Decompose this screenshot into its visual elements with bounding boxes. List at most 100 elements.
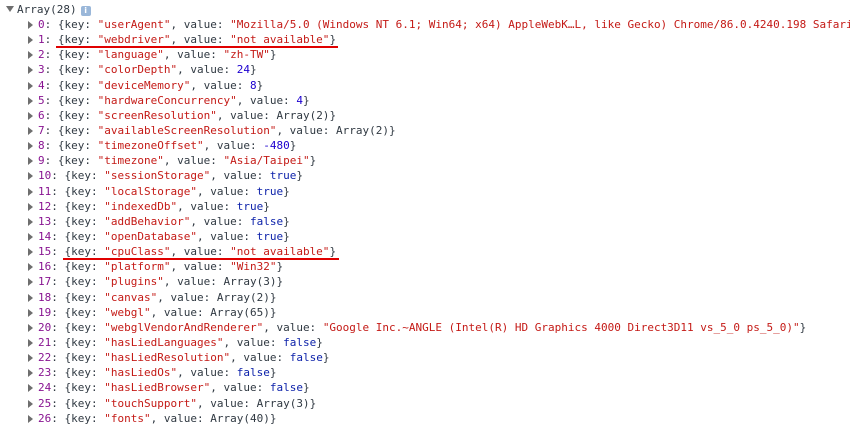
entry-index: 8	[38, 139, 45, 153]
array-entry-row[interactable]: 12: {key: "indexedDb", value: true}	[0, 199, 850, 214]
expand-arrow-icon[interactable]	[28, 293, 33, 302]
expand-arrow-icon[interactable]	[28, 248, 33, 257]
entry-object-preview: {key: "language", value: "zh-TW"}	[57, 48, 277, 62]
expand-arrow-icon[interactable]	[28, 399, 33, 408]
entry-value: "Asia/Taipei"	[223, 154, 310, 168]
entry-value: Array(65)	[210, 305, 270, 319]
expand-toggle-icon[interactable]	[6, 6, 14, 12]
entry-object-preview: {key: "hasLiedResolution", value: false}	[64, 351, 330, 365]
entry-value: false	[249, 214, 284, 228]
array-entry-row[interactable]: 7: {key: "availableScreenResolution", va…	[0, 123, 850, 138]
array-entry-row[interactable]: 5: {key: "hardwareConcurrency", value: 4…	[0, 93, 850, 108]
expand-arrow-icon[interactable]	[28, 308, 33, 317]
expand-arrow-icon[interactable]	[28, 232, 33, 241]
expand-arrow-icon[interactable]	[28, 157, 33, 166]
array-header[interactable]: Array(28) i	[6, 2, 91, 17]
entry-index: 16	[38, 260, 52, 274]
expand-arrow-icon[interactable]	[28, 384, 33, 393]
entry-key: "hasLiedOs"	[104, 366, 178, 380]
entry-key: "language"	[97, 48, 164, 62]
expand-arrow-icon[interactable]	[28, 142, 33, 151]
expand-arrow-icon[interactable]	[28, 414, 33, 423]
entry-index: 22	[38, 351, 52, 365]
array-entry-row[interactable]: 25: {key: "touchSupport", value: Array(3…	[0, 396, 850, 411]
entry-object-preview: {key: "deviceMemory", value: 8}	[57, 78, 264, 92]
expand-arrow-icon[interactable]	[28, 81, 33, 90]
entry-value: 4	[296, 93, 303, 107]
entry-object-preview: {key: "screenResolution", value: Array(2…	[57, 108, 337, 122]
array-label: Array(28)	[17, 3, 77, 16]
entry-value: "Mozilla/5.0 (Windows NT 6.1; Win64; x64…	[230, 18, 850, 31]
entry-key: "webglVendorAndRenderer"	[104, 320, 264, 334]
array-entry-row[interactable]: 20: {key: "webglVendorAndRenderer", valu…	[0, 320, 850, 335]
entry-value: true	[256, 229, 284, 243]
expand-arrow-icon[interactable]	[28, 36, 33, 45]
entry-index: 14	[38, 229, 52, 243]
entry-index: 18	[38, 290, 52, 304]
array-entry-row[interactable]: 4: {key: "deviceMemory", value: 8}	[0, 78, 850, 93]
array-entry-row[interactable]: 15: {key: "cpuClass", value: "not availa…	[0, 244, 850, 261]
entry-index: 3	[38, 63, 45, 77]
array-entry-row[interactable]: 6: {key: "screenResolution", value: Arra…	[0, 108, 850, 123]
array-entry-row[interactable]: 10: {key: "sessionStorage", value: true}	[0, 168, 850, 183]
array-entry-row[interactable]: 3: {key: "colorDepth", value: 24}	[0, 62, 850, 77]
entry-object-preview: {key: "timezone", value: "Asia/Taipei"}	[57, 154, 317, 168]
array-entry-row[interactable]: 19: {key: "webgl", value: Array(65)}	[0, 305, 850, 320]
entry-value: Array(2)	[276, 108, 330, 122]
expand-arrow-icon[interactable]	[28, 263, 33, 272]
entry-index: 21	[38, 335, 52, 349]
entry-object-preview: {key: "localStorage", value: true}	[64, 184, 290, 198]
entry-key: "indexedDb"	[104, 199, 178, 213]
entry-index: 17	[38, 275, 52, 289]
info-icon[interactable]: i	[80, 6, 91, 16]
expand-arrow-icon[interactable]	[28, 369, 33, 378]
expand-arrow-icon[interactable]	[28, 202, 33, 211]
entry-key: "hasLiedBrowser"	[104, 381, 211, 395]
entry-object-preview: {key: "colorDepth", value: 24}	[57, 63, 257, 77]
array-entry-row[interactable]: 1: {key: "webdriver", value: "not availa…	[0, 32, 850, 49]
entry-key: "plugins"	[104, 275, 164, 289]
expand-arrow-icon[interactable]	[28, 172, 33, 181]
array-entry-row[interactable]: 18: {key: "canvas", value: Array(2)}	[0, 290, 850, 305]
array-entry-row[interactable]: 23: {key: "hasLiedOs", value: false}	[0, 365, 850, 380]
array-entry-row[interactable]: 21: {key: "hasLiedLanguages", value: fal…	[0, 335, 850, 350]
array-entry-row[interactable]: 8: {key: "timezoneOffset", value: -480}	[0, 138, 850, 153]
array-entry-row[interactable]: 13: {key: "addBehavior", value: false}	[0, 214, 850, 229]
entry-key: "fonts"	[104, 411, 151, 425]
array-entry-row[interactable]: 11: {key: "localStorage", value: true}	[0, 184, 850, 199]
expand-arrow-icon[interactable]	[28, 323, 33, 332]
array-entry-row[interactable]: 17: {key: "plugins", value: Array(3)}	[0, 274, 850, 289]
expand-arrow-icon[interactable]	[28, 217, 33, 226]
entry-object-preview: {key: "fonts", value: Array(40)}	[64, 411, 277, 425]
expand-arrow-icon[interactable]	[28, 96, 33, 105]
entry-object-preview: {key: "plugins", value: Array(3)}	[64, 275, 284, 289]
entry-index: 12	[38, 199, 52, 213]
array-entry-row[interactable]: 0: {key: "userAgent", value: "Mozilla/5.…	[0, 17, 850, 32]
entry-object-preview: {key: "indexedDb", value: true}	[64, 199, 270, 213]
entry-key: "sessionStorage"	[104, 169, 211, 183]
entry-index: 23	[38, 366, 52, 380]
array-entry-row[interactable]: 14: {key: "openDatabase", value: true}	[0, 229, 850, 244]
expand-arrow-icon[interactable]	[28, 187, 33, 196]
expand-arrow-icon[interactable]	[28, 126, 33, 135]
array-entry-row[interactable]: 24: {key: "hasLiedBrowser", value: false…	[0, 380, 850, 395]
entry-value: true	[236, 199, 264, 213]
expand-arrow-icon[interactable]	[28, 354, 33, 363]
entry-value: "not available"	[230, 245, 330, 259]
expand-arrow-icon[interactable]	[28, 66, 33, 75]
entry-value: true	[256, 184, 284, 198]
expand-arrow-icon[interactable]	[28, 338, 33, 347]
expand-arrow-icon[interactable]	[28, 111, 33, 120]
expand-arrow-icon[interactable]	[28, 21, 33, 29]
entry-value: "Win32"	[230, 260, 277, 274]
array-entry-row[interactable]: 26: {key: "fonts", value: Array(40)}	[0, 411, 850, 425]
expand-arrow-icon[interactable]	[28, 51, 33, 60]
array-entry-row[interactable]: 16: {key: "platform", value: "Win32"}	[0, 259, 850, 274]
array-entry-row[interactable]: 2: {key: "language", value: "zh-TW"}	[0, 47, 850, 62]
entry-index: 0	[38, 18, 45, 31]
entry-key: "hasLiedResolution"	[104, 351, 231, 365]
expand-arrow-icon[interactable]	[28, 278, 33, 287]
entry-index: 4	[38, 78, 45, 92]
array-entry-row[interactable]: 22: {key: "hasLiedResolution", value: fa…	[0, 350, 850, 365]
array-entry-row[interactable]: 9: {key: "timezone", value: "Asia/Taipei…	[0, 153, 850, 168]
